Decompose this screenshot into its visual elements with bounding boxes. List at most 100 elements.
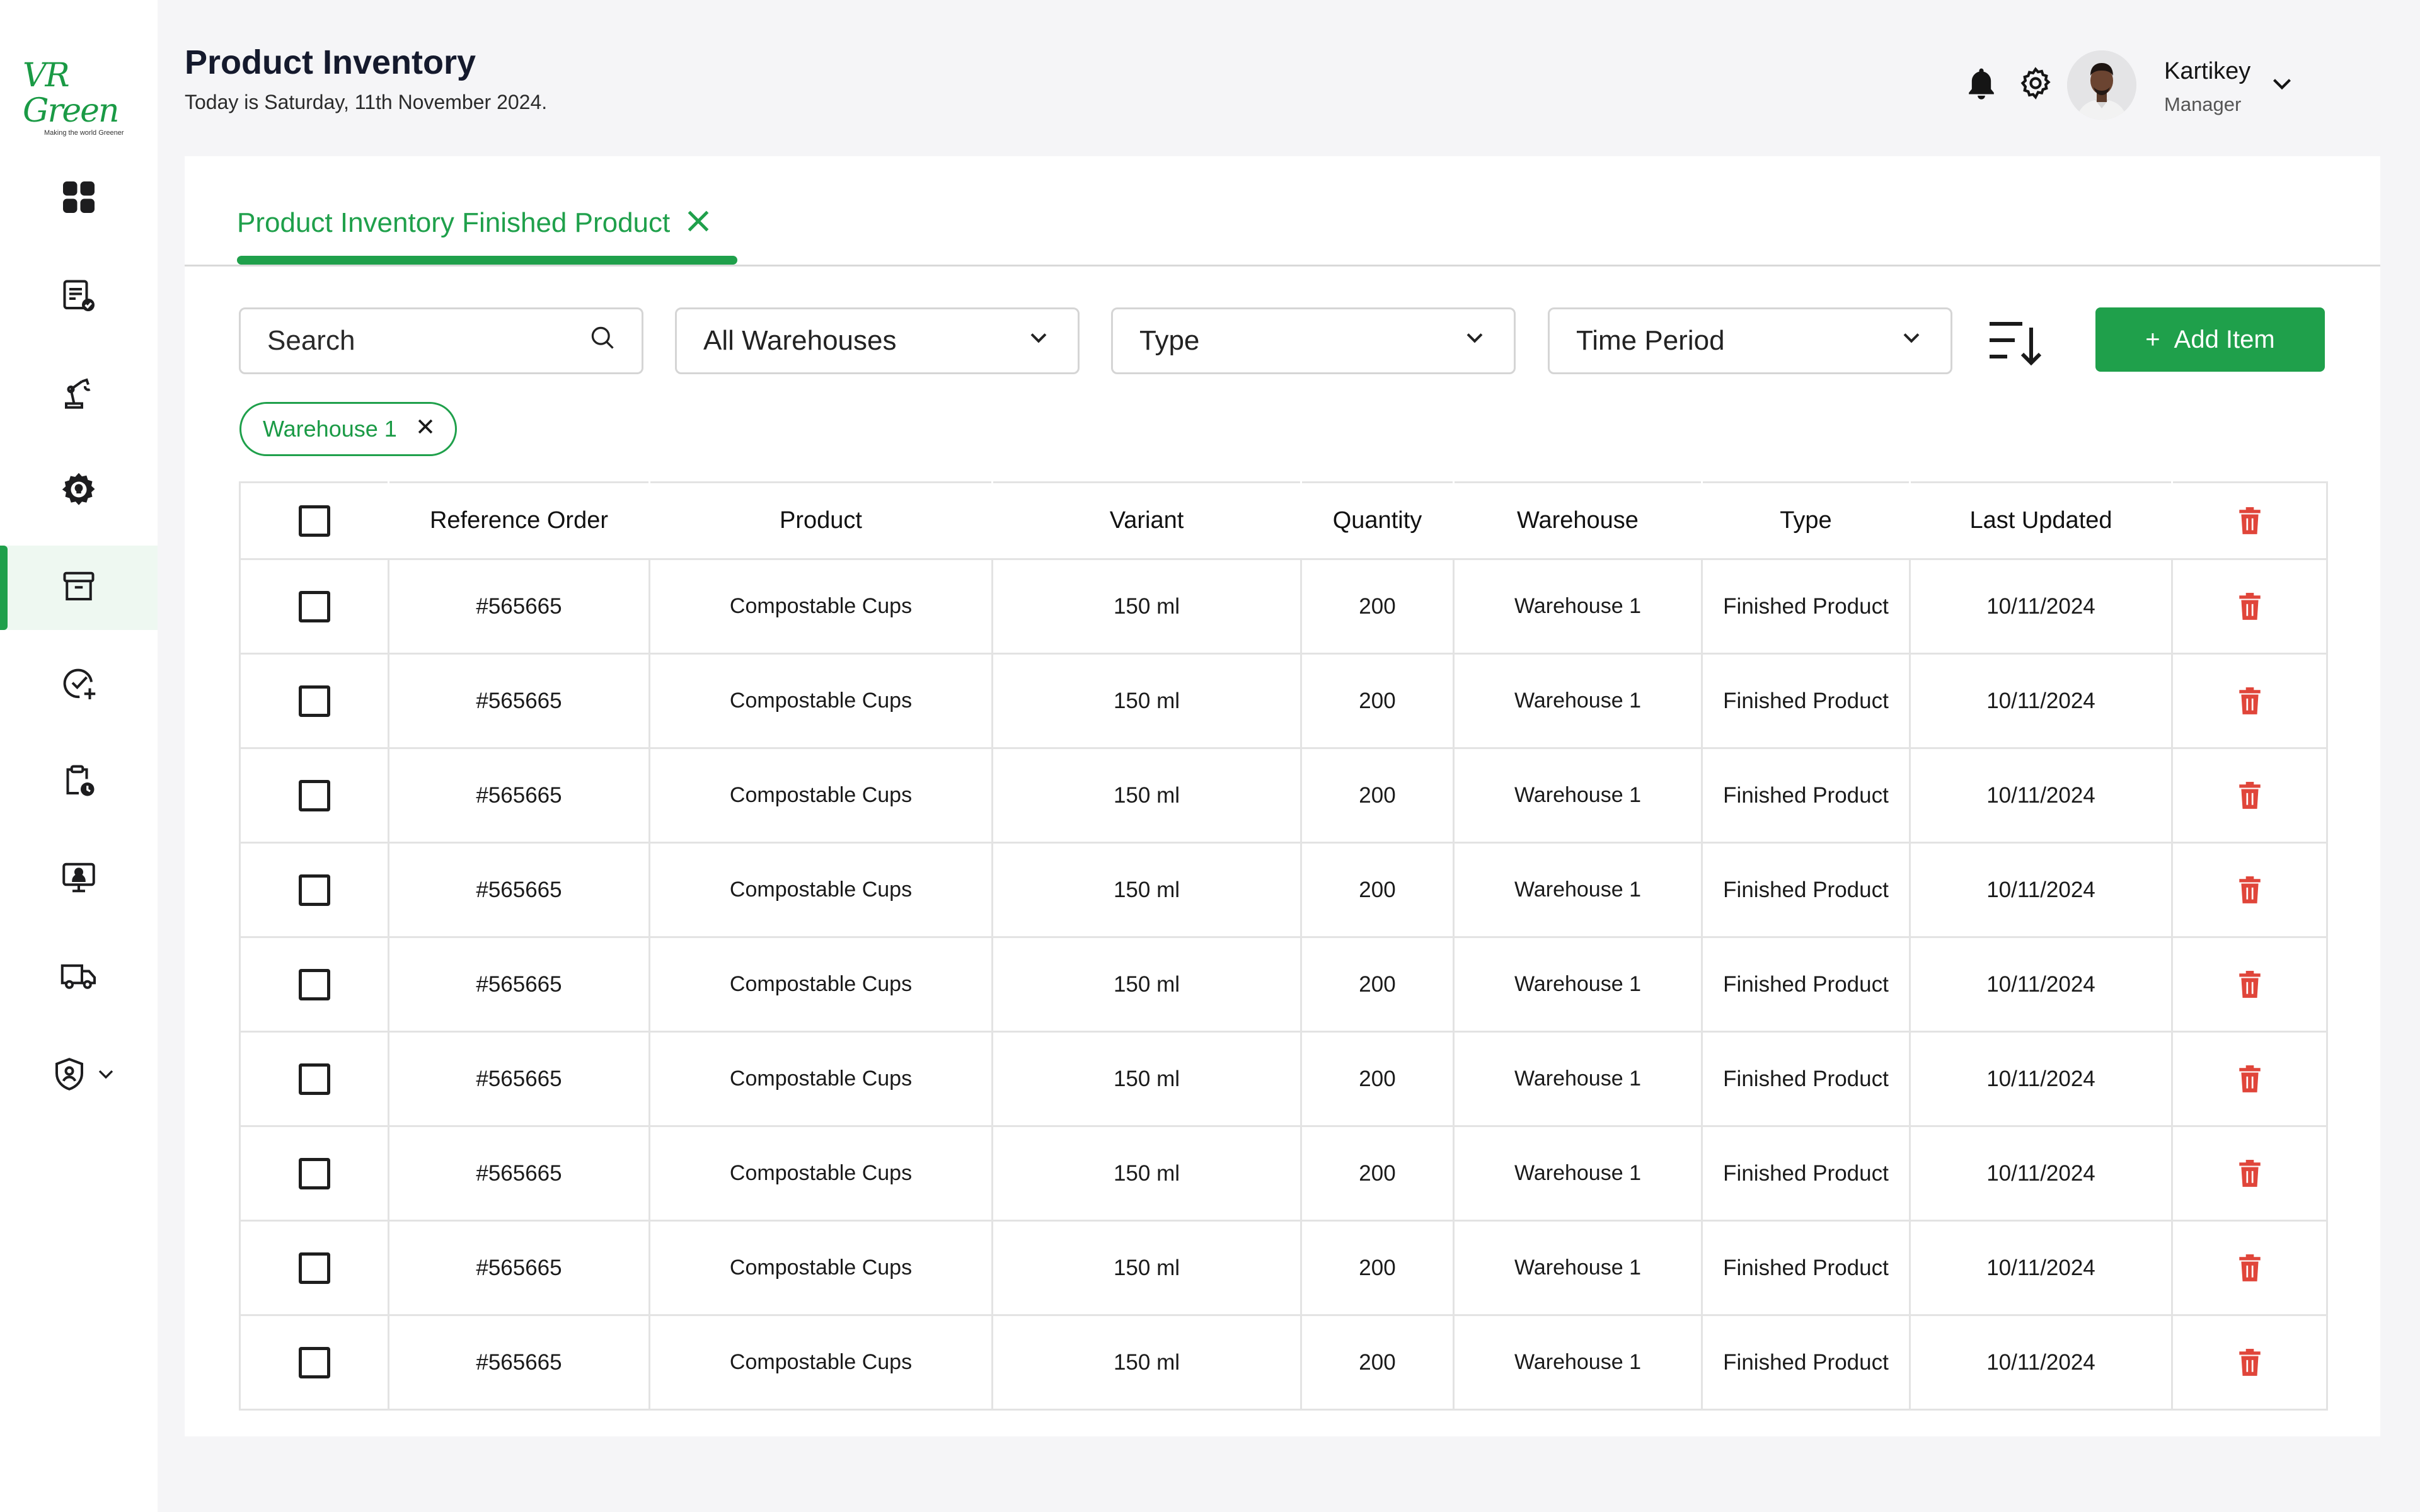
delete-icon[interactable] (2236, 970, 2264, 998)
row-checkbox[interactable] (298, 590, 330, 622)
type-select[interactable]: Type (1111, 307, 1516, 374)
user-role: Manager (2164, 93, 2242, 115)
delete-icon[interactable] (2236, 1159, 2264, 1187)
user-menu-chevron-icon[interactable] (2266, 68, 2298, 100)
select-all-checkbox[interactable] (298, 505, 330, 537)
delete-icon[interactable] (2236, 1348, 2264, 1376)
table-row[interactable]: #565665 Compostable Cups 150 ml 200 Warehous… (239, 558, 2328, 655)
row-checkbox[interactable] (298, 685, 330, 717)
search-icon[interactable] (589, 324, 616, 358)
close-tab-icon[interactable] (683, 205, 714, 240)
row-checkbox[interactable] (298, 968, 330, 1000)
row-select-cell (239, 1314, 389, 1411)
quantity-cell: 200 (1300, 936, 1455, 1033)
table-row[interactable]: #565665 Compostable Cups 150 ml 200 Warehous… (239, 1314, 2328, 1411)
row-select-cell (239, 936, 389, 1033)
warehouse-cell: Warehouse 1 (1453, 558, 1703, 655)
delete-icon[interactable] (2236, 1065, 2264, 1092)
table-row[interactable]: #565665 Compostable Cups 150 ml 200 Warehous… (239, 1220, 2328, 1316)
sidebar-item-schedule[interactable] (0, 740, 158, 824)
search-field[interactable] (239, 307, 643, 374)
quality-check-icon (60, 665, 98, 706)
table-row[interactable]: #565665 Compostable Cups 150 ml 200 Warehous… (239, 653, 2328, 749)
add-item-button[interactable]: + Add Item (2095, 307, 2325, 372)
type-cell: Finished Product (1701, 653, 1911, 749)
row-select-cell (239, 747, 389, 844)
delete-icon[interactable] (2236, 687, 2264, 714)
inventory-table: Reference Order Product Variant Quantity… (239, 481, 2328, 1411)
row-checkbox[interactable] (298, 1157, 330, 1189)
reference-order-cell: #565665 (388, 558, 650, 655)
warehouse-select-value: All Warehouses (703, 325, 897, 356)
search-input[interactable] (267, 325, 557, 357)
row-delete-cell (2171, 653, 2328, 749)
delete-icon[interactable] (2236, 1254, 2264, 1281)
warehouse-cell: Warehouse 1 (1453, 1031, 1703, 1127)
variant-cell: 150 ml (991, 1220, 1302, 1316)
delete-icon[interactable] (2236, 592, 2264, 620)
column-header[interactable]: Type (1701, 481, 1911, 560)
column-header[interactable]: Variant (991, 481, 1302, 560)
sidebar-item-machinery[interactable] (0, 352, 158, 436)
table-row[interactable]: #565665 Compostable Cups 150 ml 200 Warehous… (239, 1031, 2328, 1127)
sidebar-item-quality[interactable] (0, 643, 158, 727)
column-header[interactable]: Last Updated (1909, 481, 2173, 560)
warehouse-cell: Warehouse 1 (1453, 936, 1703, 1033)
product-cell: Compostable Cups (648, 1031, 993, 1127)
delete-icon[interactable] (2236, 876, 2264, 903)
column-header[interactable]: Quantity (1300, 481, 1455, 560)
logo-tagline: Making the world Greener (44, 129, 124, 137)
row-checkbox[interactable] (298, 779, 330, 811)
reference-order-cell: #565665 (388, 653, 650, 749)
column-header[interactable]: Warehouse (1453, 481, 1703, 560)
notifications-bell-icon[interactable] (1961, 63, 2002, 103)
security-shield-icon (50, 1055, 88, 1096)
table-row[interactable]: #565665 Compostable Cups 150 ml 200 Warehous… (239, 842, 2328, 938)
sidebar-item-orders[interactable] (0, 255, 158, 339)
inventory-card: Product Inventory Finished Product All W… (185, 156, 2380, 1436)
row-checkbox[interactable] (298, 1252, 330, 1284)
quantity-cell: 200 (1300, 1031, 1455, 1127)
sidebar-item-inventory[interactable] (0, 546, 158, 630)
remove-filter-icon[interactable] (415, 416, 436, 443)
warehouse-cell: Warehouse 1 (1453, 1220, 1703, 1316)
sidebar-item-dashboard[interactable] (0, 156, 158, 241)
last-updated-cell: 10/11/2024 (1909, 1125, 2173, 1222)
row-select-cell (239, 842, 389, 938)
row-delete-cell (2171, 1031, 2328, 1127)
row-checkbox[interactable] (298, 1346, 330, 1378)
table-row[interactable]: #565665 Compostable Cups 150 ml 200 Warehous… (239, 936, 2328, 1033)
type-cell: Finished Product (1701, 1314, 1911, 1411)
logo-text: VR Green (23, 57, 119, 130)
delete-icon[interactable] (2236, 781, 2264, 809)
time-period-select[interactable]: Time Period (1548, 307, 1952, 374)
row-checkbox[interactable] (298, 1063, 330, 1095)
filter-chip-warehouse[interactable]: Warehouse 1 (239, 402, 457, 456)
column-header[interactable]: Reference Order (388, 481, 650, 560)
row-checkbox[interactable] (298, 874, 330, 906)
brand-logo[interactable]: VR Green Making the world Greener (23, 58, 130, 137)
sidebar-item-settings[interactable] (0, 449, 158, 533)
sidebar-item-delivery[interactable] (0, 935, 158, 1019)
quantity-cell: 200 (1300, 1314, 1455, 1411)
quantity-cell: 200 (1300, 842, 1455, 938)
delete-all-icon[interactable] (2236, 507, 2264, 534)
column-header[interactable]: Product (648, 481, 993, 560)
row-select-cell (239, 1031, 389, 1127)
sidebar-item-security[interactable] (0, 1033, 158, 1118)
variant-cell: 150 ml (991, 653, 1302, 749)
row-delete-cell (2171, 1125, 2328, 1222)
user-avatar[interactable] (2067, 50, 2136, 120)
active-tab-indicator (237, 256, 737, 265)
warehouse-select[interactable]: All Warehouses (675, 307, 1080, 374)
sort-button[interactable] (1987, 318, 2043, 368)
row-delete-cell (2171, 1314, 2328, 1411)
type-cell: Finished Product (1701, 558, 1911, 655)
table-row[interactable]: #565665 Compostable Cups 150 ml 200 Warehous… (239, 1125, 2328, 1222)
chevron-down-icon[interactable] (93, 1062, 118, 1090)
tab-finished-product[interactable]: Product Inventory Finished Product (237, 205, 714, 240)
quantity-cell: 200 (1300, 653, 1455, 749)
settings-icon[interactable] (2015, 63, 2056, 103)
sidebar-item-employees[interactable] (0, 837, 158, 921)
table-row[interactable]: #565665 Compostable Cups 150 ml 200 Warehous… (239, 747, 2328, 844)
